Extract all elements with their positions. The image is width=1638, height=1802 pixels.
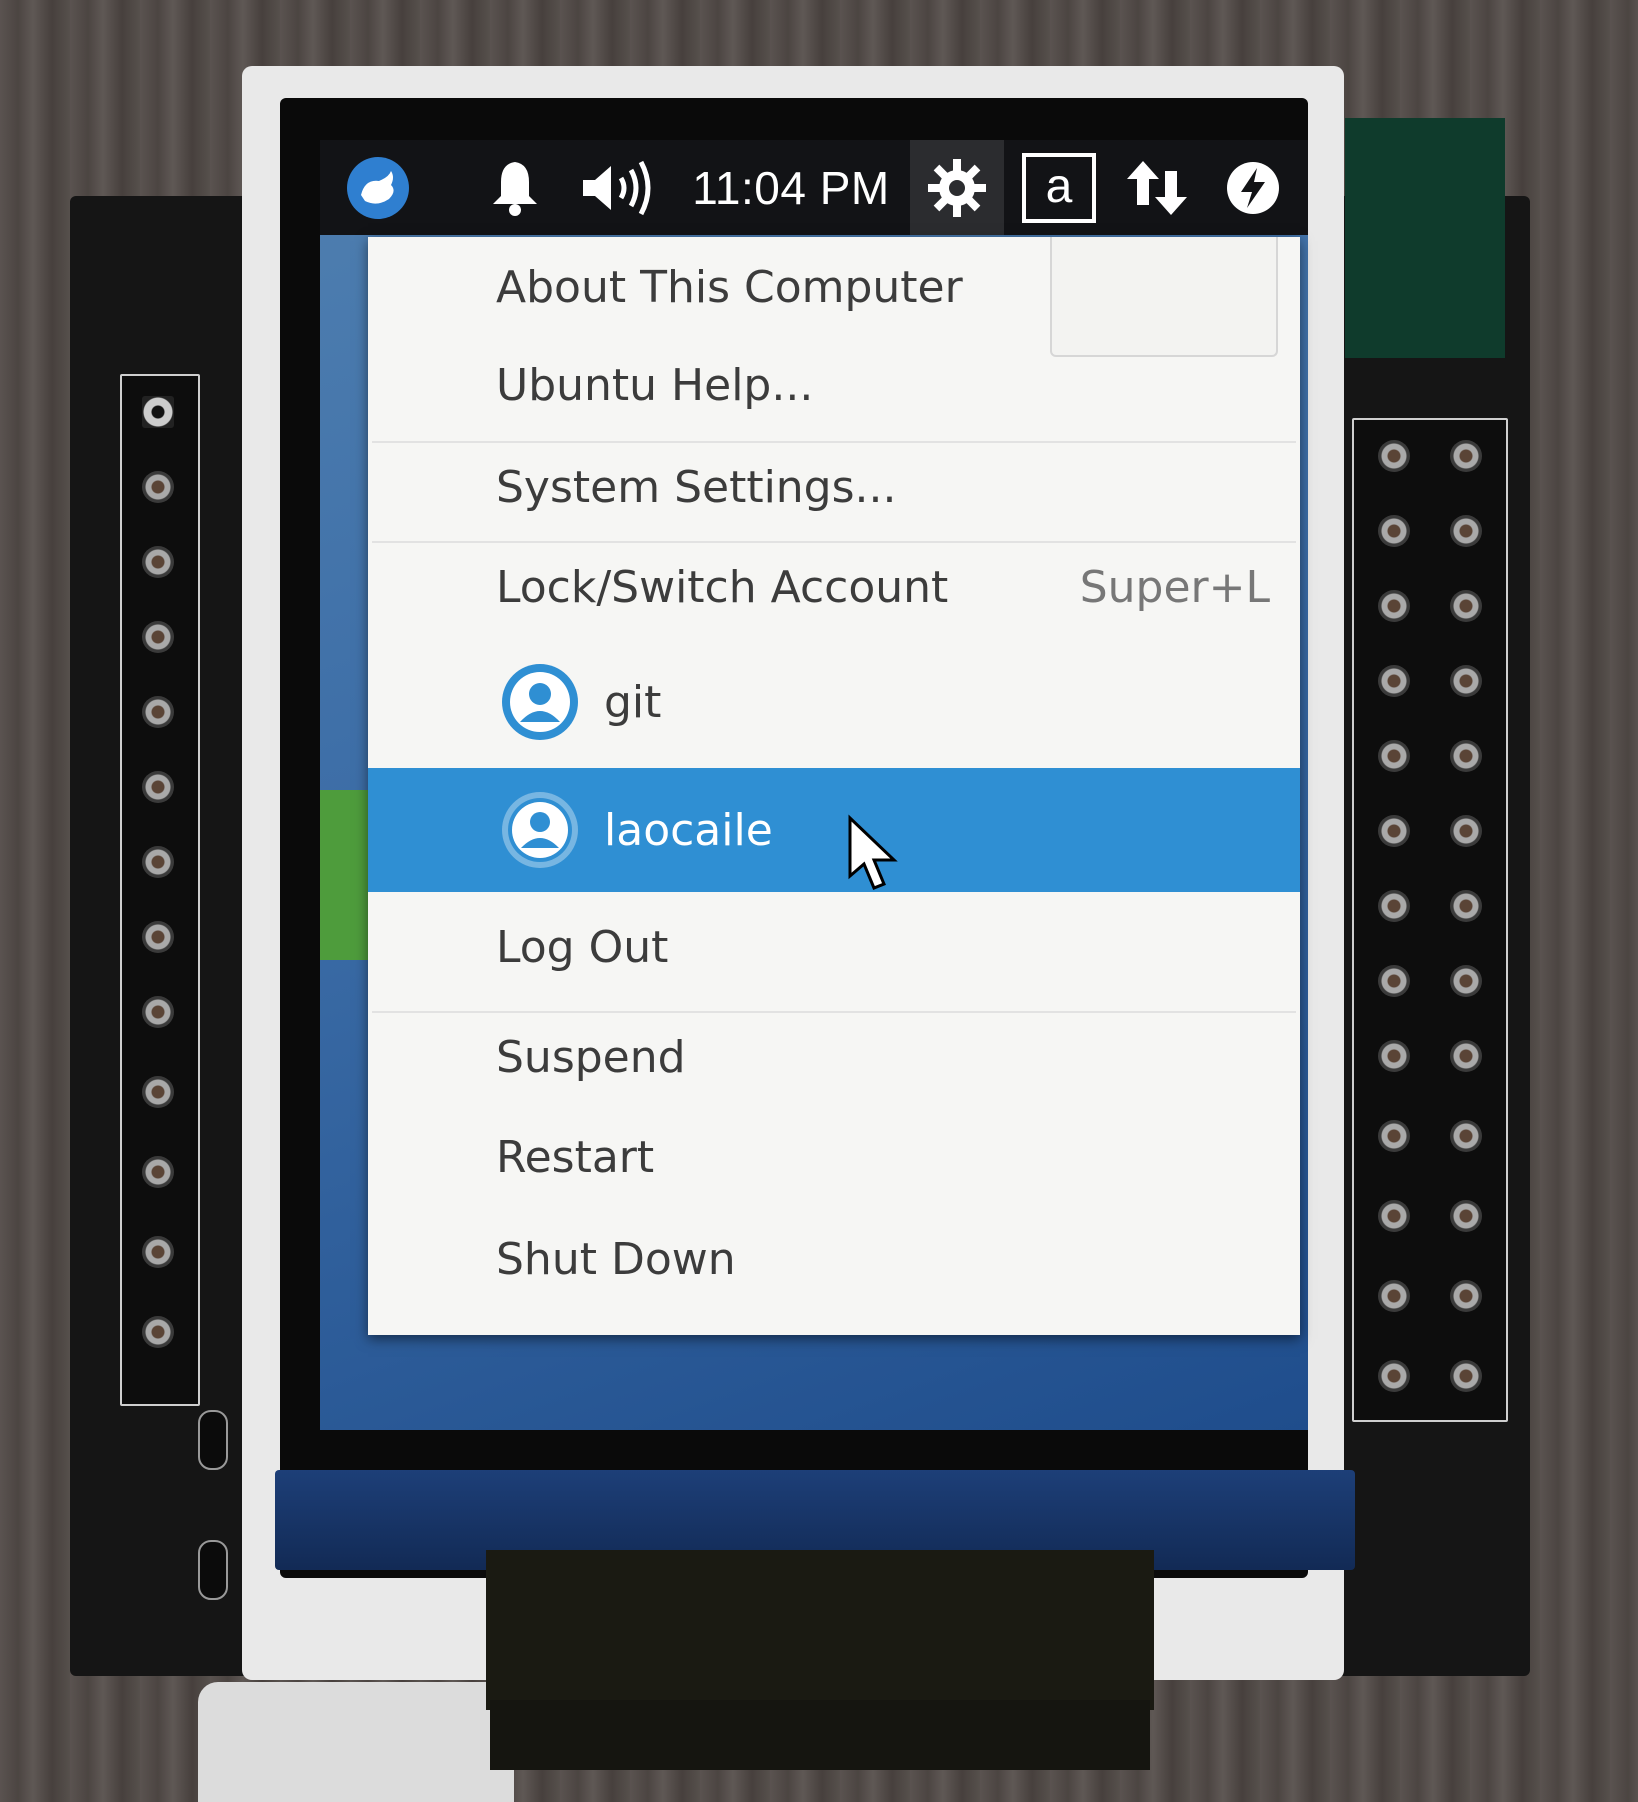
pin: [1378, 1360, 1410, 1392]
pin: [1378, 440, 1410, 472]
pin: [1378, 665, 1410, 697]
volume-icon[interactable]: [578, 140, 660, 235]
pin: [1378, 890, 1410, 922]
menu-item-suspend[interactable]: Suspend: [368, 1017, 1300, 1097]
power-icon[interactable]: [1218, 140, 1288, 235]
pin: [142, 396, 174, 428]
pin: [1378, 1200, 1410, 1232]
pin: [1378, 515, 1410, 547]
mounting-slot: [198, 1410, 228, 1470]
pin: [142, 1076, 174, 1108]
menu-item-label: git: [604, 676, 662, 728]
pin: [1450, 1120, 1482, 1152]
menu-item-shortcut: Super+L: [1079, 561, 1270, 613]
menu-separator: [372, 441, 1296, 443]
menu-item-label: About This Computer: [496, 261, 963, 313]
pin: [142, 921, 174, 953]
menu-item-shut-down[interactable]: Shut Down: [368, 1219, 1300, 1299]
bell-icon[interactable]: [485, 140, 545, 235]
menu-item-restart[interactable]: Restart: [368, 1117, 1300, 1197]
pin: [1450, 740, 1482, 772]
usb-cable: [198, 1682, 514, 1802]
keyboard-layout-label: a: [1022, 152, 1096, 223]
pin: [142, 771, 174, 803]
pin: [1450, 440, 1482, 472]
ribbon-connector: [490, 1700, 1150, 1770]
menu-item-label: Suspend: [496, 1031, 686, 1083]
mounting-slot: [198, 1540, 228, 1600]
pin: [142, 471, 174, 503]
menu-item-log-out[interactable]: Log Out: [368, 907, 1300, 987]
mouse-cursor-icon: [848, 814, 898, 890]
ubuntu-logo-icon[interactable]: [342, 140, 414, 235]
user-avatar-icon: [502, 664, 578, 740]
menu-separator: [372, 1011, 1296, 1013]
menu-item-label: Log Out: [496, 921, 669, 973]
menu-item-about[interactable]: About This Computer: [368, 247, 1300, 327]
pin: [142, 621, 174, 653]
keyboard-icon[interactable]: a: [1014, 140, 1104, 235]
pin: [142, 1236, 174, 1268]
pin: [1450, 1280, 1482, 1312]
pin: [142, 846, 174, 878]
pin: [1450, 815, 1482, 847]
pin: [1450, 890, 1482, 922]
pin: [1450, 1200, 1482, 1232]
menu-item-label: System Settings...: [496, 461, 897, 513]
menu-item-label: Restart: [496, 1131, 655, 1183]
pin: [1450, 590, 1482, 622]
pin: [1450, 515, 1482, 547]
pin: [142, 1316, 174, 1348]
menu-item-label: Ubuntu Help...: [496, 359, 814, 411]
network-icon[interactable]: [1116, 140, 1200, 235]
pin: [1378, 1040, 1410, 1072]
menu-item-user-laocaile[interactable]: laocaile: [368, 768, 1300, 892]
pin-header-left: [120, 374, 200, 1406]
pin: [1450, 1360, 1482, 1392]
pin: [1378, 1280, 1410, 1312]
gear-icon[interactable]: [910, 140, 1004, 235]
menu-item-system-settings[interactable]: System Settings...: [368, 447, 1300, 527]
clock[interactable]: 11:04 PM: [686, 140, 896, 235]
pin: [1378, 965, 1410, 997]
pin: [1378, 1120, 1410, 1152]
pcb-connector: [1345, 118, 1505, 358]
user-avatar-icon: [502, 792, 578, 868]
menu-item-user-git[interactable]: git: [368, 647, 1300, 757]
ribbon-cable: [486, 1550, 1154, 1710]
pin: [142, 996, 174, 1028]
menu-item-label: Lock/Switch Account: [496, 561, 949, 613]
pin: [1378, 815, 1410, 847]
pin: [1378, 740, 1410, 772]
top-panel: 11:04 PM a: [320, 140, 1308, 235]
pin-header-right: [1352, 418, 1508, 1422]
pin: [142, 696, 174, 728]
pin: [1450, 965, 1482, 997]
menu-separator: [372, 541, 1296, 543]
pin: [1450, 1040, 1482, 1072]
menu-item-lock-switch[interactable]: Lock/Switch Account Super+L: [368, 547, 1300, 627]
menu-item-help[interactable]: Ubuntu Help...: [368, 345, 1300, 425]
pin: [1450, 665, 1482, 697]
menu-item-label: Shut Down: [496, 1233, 736, 1285]
pin: [142, 1156, 174, 1188]
pin: [142, 546, 174, 578]
pin: [1378, 590, 1410, 622]
desktop-wallpaper-accent: [320, 790, 370, 960]
menu-item-label: laocaile: [604, 804, 773, 856]
session-menu: About This Computer Ubuntu Help... Syste…: [368, 237, 1300, 1335]
